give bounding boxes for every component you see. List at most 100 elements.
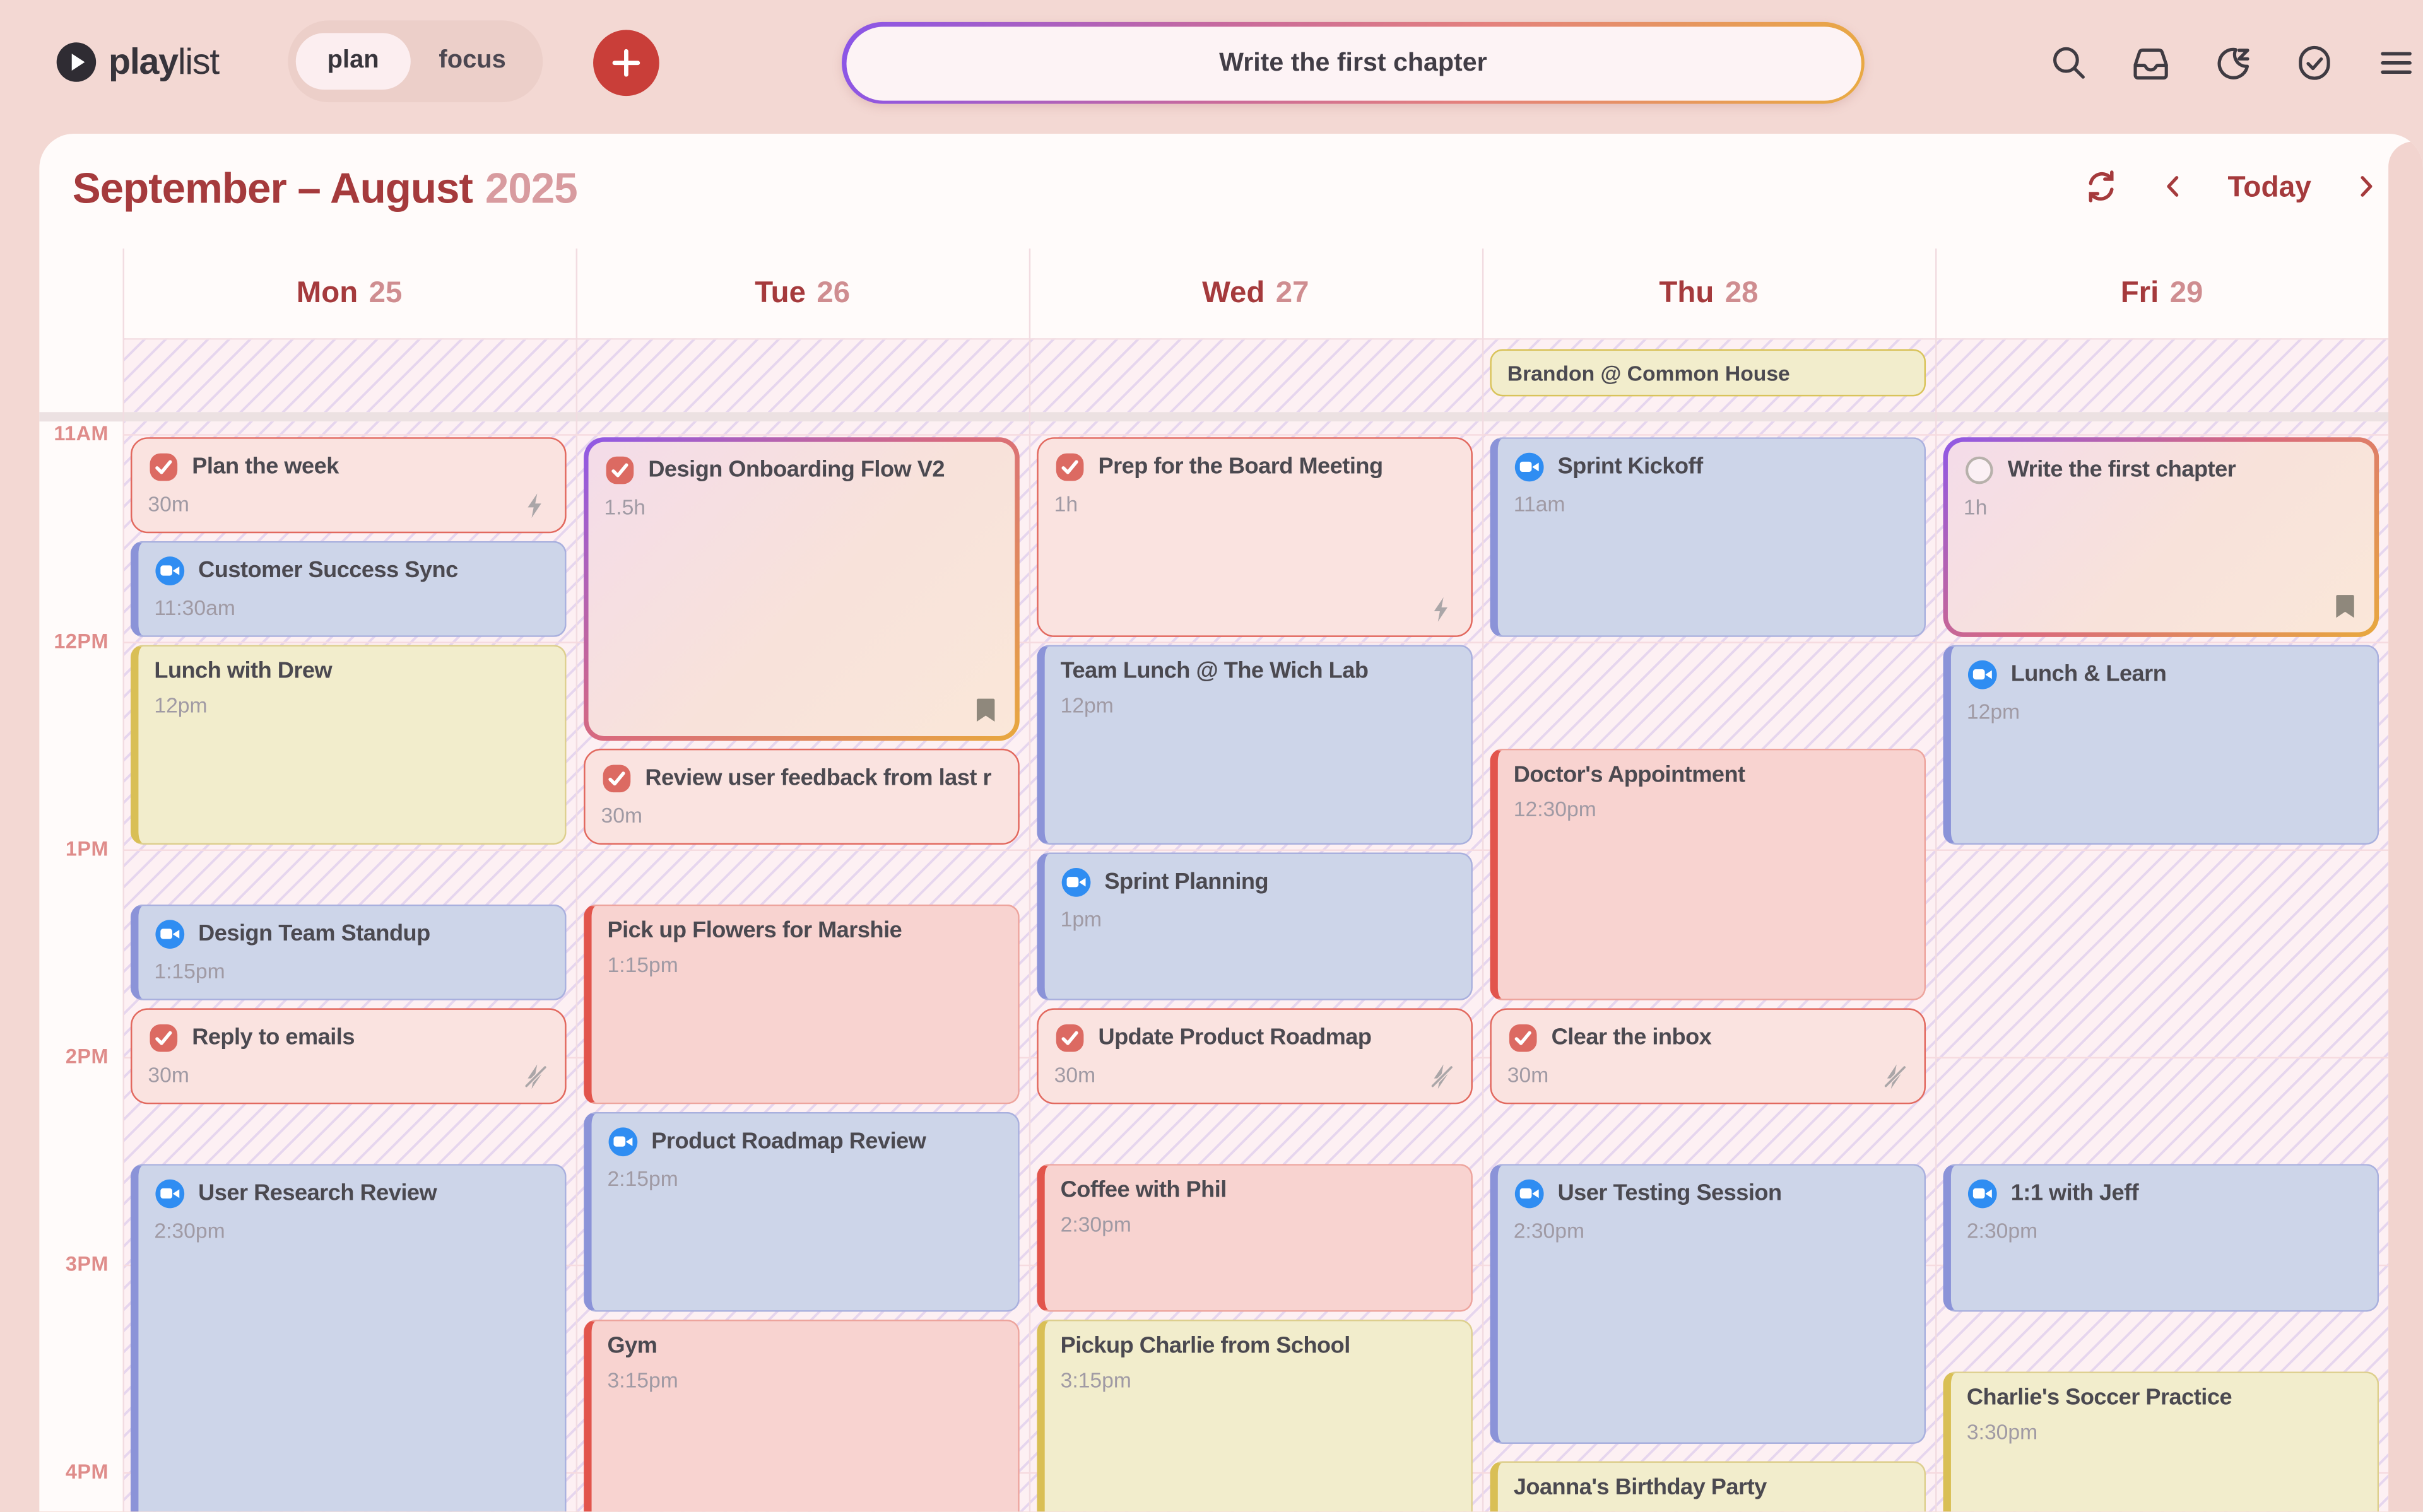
event-card[interactable]: Sprint Planning1pm bbox=[1037, 852, 1473, 1000]
event-card[interactable]: Clear the inbox30m bbox=[1490, 1008, 1926, 1104]
allday-grid-divider bbox=[39, 412, 2423, 421]
refresh-icon[interactable] bbox=[2083, 168, 2119, 204]
event-card[interactable]: Pick up Flowers for Marshie1:15pm bbox=[584, 905, 1020, 1105]
plus-icon bbox=[607, 44, 645, 82]
open-task-circle-icon bbox=[1964, 455, 1995, 486]
event-card[interactable]: Customer Success Sync11:30am bbox=[131, 541, 567, 637]
header-divider bbox=[122, 338, 2388, 339]
event-time: 1.5h bbox=[604, 495, 999, 519]
event-time: 1h bbox=[1054, 492, 1456, 515]
event-card[interactable]: Prep for the Board Meeting 1h bbox=[1037, 437, 1473, 637]
column-separator bbox=[576, 249, 577, 1512]
event-card[interactable]: Charlie's Soccer Practice 3:30pm bbox=[1943, 1371, 2379, 1512]
event-card[interactable]: Coffee with Phil2:30pm bbox=[1037, 1164, 1473, 1311]
event-header: Plan the week bbox=[148, 452, 549, 483]
flash-icon bbox=[1427, 595, 1457, 624]
weekend-column-partial[interactable] bbox=[2388, 141, 2423, 1512]
event-card[interactable]: User Research Review2:30pm bbox=[131, 1164, 567, 1512]
menu-icon[interactable] bbox=[2376, 42, 2417, 83]
event-card[interactable]: Gym3:15pm bbox=[584, 1320, 1020, 1512]
event-card[interactable]: Design Team Standup1:15pm bbox=[131, 905, 567, 1000]
app-logo-text: playlist bbox=[109, 41, 219, 83]
event-card[interactable]: Update Product Roadmap30m bbox=[1037, 1008, 1473, 1104]
event-time: 2:30pm bbox=[1967, 1219, 2362, 1242]
today-button[interactable]: Today bbox=[2228, 169, 2311, 204]
zoom-meeting-icon bbox=[1514, 1178, 1545, 1210]
zoom-meeting-icon bbox=[1967, 659, 1998, 691]
flash-off-icon bbox=[521, 1062, 550, 1091]
command-pill-text: Write the first chapter bbox=[846, 26, 1860, 100]
completed-check-icon[interactable] bbox=[148, 1023, 179, 1054]
event-time: 30m bbox=[1507, 1064, 1909, 1087]
event-card[interactable]: Lunch & Learn12pm bbox=[1943, 645, 2379, 845]
app-window: playlist plan focus Write the first chap… bbox=[0, 0, 2423, 1512]
event-time: 12pm bbox=[1967, 700, 2362, 724]
event-title: Product Roadmap Review bbox=[651, 1129, 926, 1154]
event-card[interactable]: Product Roadmap Review2:15pm bbox=[584, 1112, 1020, 1312]
completed-check-icon[interactable] bbox=[1507, 1023, 1539, 1054]
completed-check-icon bbox=[1507, 1023, 1539, 1054]
event-card[interactable]: Design Onboarding Flow V2 1.5h bbox=[584, 437, 1020, 741]
event-card[interactable]: Team Lunch @ The Wich Lab12pm bbox=[1037, 645, 1473, 845]
completed-check-icon[interactable] bbox=[1054, 452, 1086, 483]
completed-check-icon bbox=[1054, 452, 1086, 483]
zoom-meeting-icon bbox=[1967, 1178, 1998, 1210]
day-header-mon[interactable]: Mon25 bbox=[122, 249, 575, 338]
completed-check-icon[interactable] bbox=[604, 455, 636, 486]
top-bar: playlist plan focus Write the first chap… bbox=[0, 0, 2423, 126]
event-card[interactable]: Write the first chapter1h bbox=[1943, 437, 2379, 637]
inbox-icon[interactable] bbox=[2130, 42, 2171, 83]
event-card[interactable]: Reply to emails30m bbox=[131, 1008, 567, 1104]
completed-check-icon[interactable] bbox=[148, 452, 179, 483]
all-day-event[interactable]: Brandon @ Common House bbox=[1490, 349, 1926, 397]
all-day-row[interactable] bbox=[122, 338, 2388, 412]
day-header-tue[interactable]: Tue26 bbox=[576, 249, 1029, 338]
event-title: Charlie's Soccer Practice bbox=[1967, 1386, 2232, 1411]
day-header-thu[interactable]: Thu28 bbox=[1482, 249, 1935, 338]
completed-check-icon[interactable] bbox=[1054, 1023, 1086, 1054]
day-header-fri[interactable]: Fri29 bbox=[1935, 249, 2388, 338]
tasks-check-icon[interactable] bbox=[2294, 42, 2335, 83]
zoom-meeting-icon bbox=[154, 918, 186, 950]
event-header: Design Team Standup bbox=[154, 918, 549, 950]
calendar-title-months: September – August bbox=[73, 165, 473, 213]
flash-icon bbox=[521, 491, 550, 520]
mode-toggle-plan[interactable]: plan bbox=[296, 33, 411, 90]
add-button[interactable] bbox=[593, 30, 659, 96]
event-time: 11am bbox=[1514, 492, 1909, 515]
event-card[interactable]: Sprint Kickoff11am bbox=[1490, 437, 1926, 637]
mode-toggle-focus[interactable]: focus bbox=[411, 33, 534, 90]
event-header: Sprint Planning bbox=[1061, 867, 1456, 898]
event-time: 3:30pm bbox=[1967, 1421, 2362, 1444]
event-card[interactable]: Review user feedback from last r30m bbox=[584, 749, 1020, 845]
event-content: Design Team Standup1:15pm bbox=[138, 906, 565, 995]
zoom-meeting-icon bbox=[1514, 452, 1545, 483]
mode-toggle[interactable]: plan focus bbox=[288, 20, 542, 102]
day-number: 29 bbox=[2170, 276, 2203, 311]
chevron-left-icon[interactable] bbox=[2159, 172, 2188, 201]
command-pill[interactable]: Write the first chapter bbox=[842, 22, 1865, 104]
time-label: 4PM bbox=[39, 1460, 109, 1483]
column-separator bbox=[1482, 249, 1483, 1512]
event-card[interactable]: Lunch with Drew12pm bbox=[131, 645, 567, 845]
event-content: Pickup Charlie from School3:15pm bbox=[1045, 1322, 1471, 1405]
event-title: Prep for the Board Meeting bbox=[1098, 455, 1382, 480]
search-icon[interactable] bbox=[2049, 42, 2090, 83]
chevron-right-icon[interactable] bbox=[2350, 172, 2380, 201]
snooze-moon-icon[interactable] bbox=[2212, 42, 2253, 83]
event-card[interactable]: Doctor's Appointment12:30pm bbox=[1490, 749, 1926, 1000]
completed-check-icon[interactable] bbox=[601, 763, 633, 794]
event-card[interactable]: Plan the week30m bbox=[131, 437, 567, 533]
event-card[interactable]: User Testing Session2:30pm bbox=[1490, 1164, 1926, 1443]
event-content: 1:1 with Jeff2:30pm bbox=[1951, 1166, 2378, 1255]
event-content: Doctor's Appointment12:30pm bbox=[1498, 750, 1925, 833]
open-task-circle-icon[interactable] bbox=[1964, 455, 1995, 486]
day-number: 25 bbox=[369, 276, 403, 311]
event-card[interactable]: 1:1 with Jeff2:30pm bbox=[1943, 1164, 2379, 1311]
event-content: Gym3:15pm bbox=[592, 1322, 1018, 1405]
event-card[interactable]: Pickup Charlie from School3:15pm bbox=[1037, 1320, 1473, 1512]
event-header: Design Onboarding Flow V2 bbox=[604, 455, 999, 486]
event-card[interactable]: Joanna's Birthday Party bbox=[1490, 1462, 1926, 1512]
bookmark-icon bbox=[970, 695, 1000, 725]
day-header-wed[interactable]: Wed27 bbox=[1029, 249, 1482, 338]
